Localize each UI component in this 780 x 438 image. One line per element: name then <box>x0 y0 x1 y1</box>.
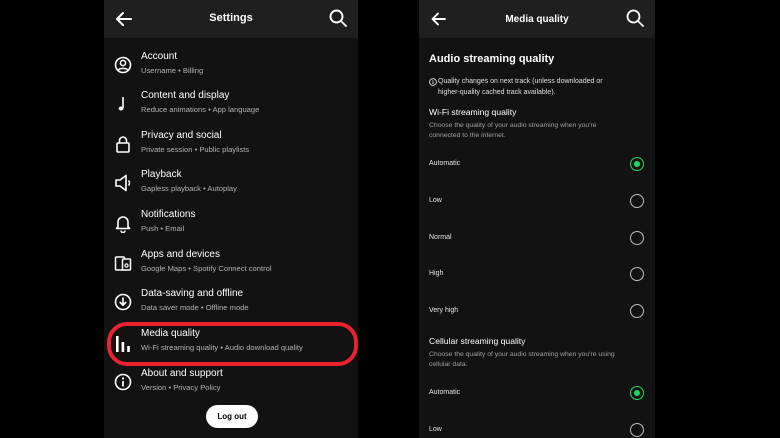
wifi-option-normal[interactable]: Normal <box>419 230 655 246</box>
settings-item-label: Notifications <box>141 209 196 220</box>
music-note-icon <box>114 94 132 114</box>
settings-item-privacy[interactable]: Privacy and social Private session • Pub… <box>104 130 358 168</box>
description-line: connected to the internet. <box>429 132 506 139</box>
option-label: Normal <box>429 234 452 241</box>
option-label: Low <box>429 426 442 433</box>
settings-item-subtitle: Version • Privacy Policy <box>141 383 221 392</box>
media-quality-screen: Media quality Audio streaming quality Qu… <box>419 0 655 438</box>
speaker-icon <box>114 173 132 193</box>
radio-button[interactable] <box>630 304 644 318</box>
wifi-option-very-high[interactable]: Very high <box>419 303 655 319</box>
media-quality-highlight-ring <box>107 322 358 366</box>
info-icon <box>429 78 437 86</box>
wifi-option-high[interactable]: High <box>419 266 655 282</box>
settings-screen: Settings Account Username • Billing Cont… <box>104 0 358 438</box>
settings-item-subtitle: Data saver mode • Offline mode <box>141 303 249 312</box>
option-label: Automatic <box>429 389 461 396</box>
cellular-quality-heading: Cellular streaming quality <box>429 336 526 346</box>
info-icon <box>114 372 132 392</box>
radio-button-selected[interactable] <box>630 386 644 400</box>
info-text-line: higher-quality cached track available). <box>438 88 556 96</box>
settings-item-account[interactable]: Account Username • Billing <box>104 51 358 89</box>
wifi-option-low[interactable]: Low <box>419 193 655 209</box>
wifi-option-automatic[interactable]: Automatic <box>419 156 655 172</box>
settings-item-subtitle: Gapless playback • Autoplay <box>141 184 237 193</box>
settings-item-subtitle: Username • Billing <box>141 66 204 75</box>
section-heading: Audio streaming quality <box>429 53 555 65</box>
page-title: Settings <box>209 12 253 24</box>
settings-header: Settings <box>104 0 358 38</box>
settings-item-label: Content and display <box>141 90 230 101</box>
wifi-quality-heading: Wi-Fi streaming quality <box>429 107 517 117</box>
page-title: Media quality <box>505 14 569 25</box>
settings-item-label: Data-saving and offline <box>141 288 244 299</box>
lock-icon <box>114 134 132 154</box>
settings-item-subtitle: Google Maps • Spotify Connect control <box>141 264 272 273</box>
description-line: Choose the quality of your audio streami… <box>429 351 615 358</box>
settings-item-subtitle: Reduce animations • App language <box>141 105 260 114</box>
settings-item-playback[interactable]: Playback Gapless playback • Autoplay <box>104 169 358 207</box>
settings-item-about[interactable]: About and support Version • Privacy Poli… <box>104 368 358 406</box>
settings-item-apps-devices[interactable]: Apps and devices Google Maps • Spotify C… <box>104 249 358 287</box>
option-label: Automatic <box>429 160 461 167</box>
media-quality-header: Media quality <box>419 0 655 38</box>
radio-button[interactable] <box>630 423 644 437</box>
cellular-option-automatic[interactable]: Automatic <box>419 385 655 401</box>
description-line: cellular data. <box>429 361 468 368</box>
settings-item-subtitle: Private session • Public playlists <box>141 145 250 154</box>
radio-button[interactable] <box>630 231 644 245</box>
option-label: Low <box>429 197 442 204</box>
cellular-option-low[interactable]: Low <box>419 422 655 438</box>
settings-item-label: Account <box>141 51 178 62</box>
description-line: Choose the quality of your audio streami… <box>429 122 597 129</box>
settings-item-label: Playback <box>141 169 182 180</box>
option-label: Very high <box>429 307 459 314</box>
settings-item-label: About and support <box>141 368 223 379</box>
search-icon[interactable] <box>625 8 645 28</box>
cellular-quality-description: Choose the quality of your audio streami… <box>429 350 615 370</box>
account-icon <box>114 55 132 75</box>
wifi-quality-description: Choose the quality of your audio streami… <box>429 121 597 141</box>
bell-icon <box>114 213 132 233</box>
settings-item-label: Privacy and social <box>141 130 222 141</box>
search-icon[interactable] <box>328 8 348 28</box>
devices-icon <box>114 253 132 273</box>
option-label: High <box>429 270 444 277</box>
settings-item-label: Apps and devices <box>141 249 220 260</box>
settings-item-content-display[interactable]: Content and display Reduce animations • … <box>104 90 358 128</box>
settings-item-subtitle: Push • Email <box>141 224 185 233</box>
info-text-line: Quality changes on next track (unless do… <box>438 78 603 85</box>
radio-button[interactable] <box>630 267 644 281</box>
radio-button[interactable] <box>630 194 644 208</box>
radio-button-selected[interactable] <box>630 157 644 171</box>
settings-item-notifications[interactable]: Notifications Push • Email <box>104 209 358 247</box>
download-icon <box>114 292 132 312</box>
logout-button[interactable]: Log out <box>206 405 258 428</box>
settings-item-data-saving[interactable]: Data-saving and offline Data saver mode … <box>104 288 358 326</box>
